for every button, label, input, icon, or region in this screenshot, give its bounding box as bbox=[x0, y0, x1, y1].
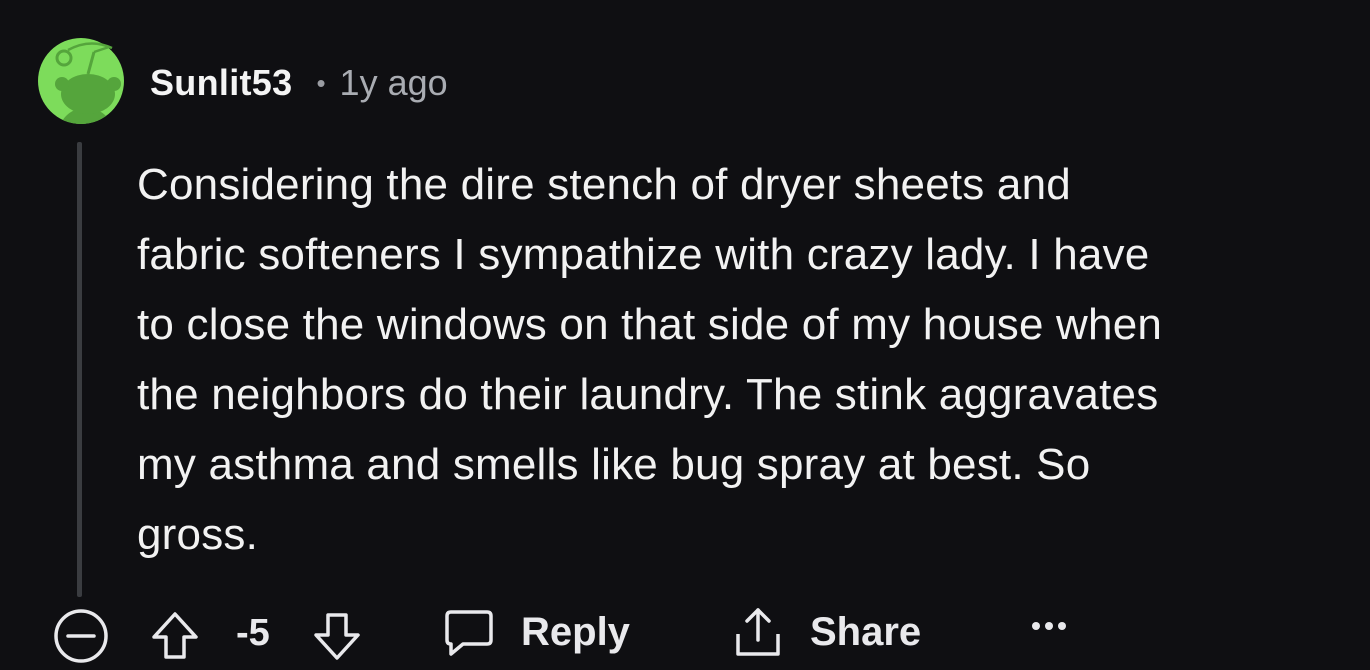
comment-body-line: my asthma and smells like bug spray at b… bbox=[137, 440, 1091, 489]
reply-label: Reply bbox=[521, 609, 630, 654]
comment-header: Sunlit53 • 1y ago bbox=[150, 58, 448, 108]
upvote-button[interactable] bbox=[150, 610, 200, 662]
collapse-button[interactable] bbox=[53, 608, 109, 664]
vote-score: -5 bbox=[236, 612, 270, 654]
comment-age: 1y ago bbox=[339, 62, 448, 103]
comment-body-line: the neighbors do their laundry. The stin… bbox=[137, 370, 1159, 419]
share-button[interactable]: Share bbox=[732, 604, 921, 660]
snoo-avatar-icon bbox=[38, 38, 124, 124]
comment-body-line: to close the windows on that side of my … bbox=[137, 300, 1163, 349]
more-options-button[interactable] bbox=[1030, 616, 1070, 636]
thread-line[interactable] bbox=[77, 142, 82, 597]
speech-bubble-icon bbox=[445, 610, 493, 656]
downvote-button[interactable] bbox=[312, 610, 362, 662]
reply-button[interactable]: Reply bbox=[443, 606, 630, 658]
comment-body-line: fabric softeners I sympathize with crazy… bbox=[137, 230, 1150, 279]
upvote-arrow-icon bbox=[152, 612, 198, 659]
share-upload-icon bbox=[736, 608, 780, 656]
comment-body: Considering the dire stench of dryer she… bbox=[137, 150, 1337, 570]
more-dots-icon bbox=[1032, 622, 1066, 630]
downvote-arrow-icon bbox=[314, 613, 360, 660]
comment: Sunlit53 • 1y ago Considering the dire s… bbox=[0, 0, 1370, 670]
comment-actions: -5 Reply Share bbox=[0, 600, 1370, 670]
username[interactable]: Sunlit53 bbox=[150, 62, 292, 104]
share-label: Share bbox=[810, 609, 922, 654]
collapse-minus-icon bbox=[54, 609, 108, 663]
comment-body-line: gross. bbox=[137, 510, 259, 559]
separator-dot: • bbox=[316, 67, 326, 98]
user-avatar[interactable] bbox=[38, 26, 124, 136]
comment-body-line: Considering the dire stench of dryer she… bbox=[137, 160, 1071, 209]
